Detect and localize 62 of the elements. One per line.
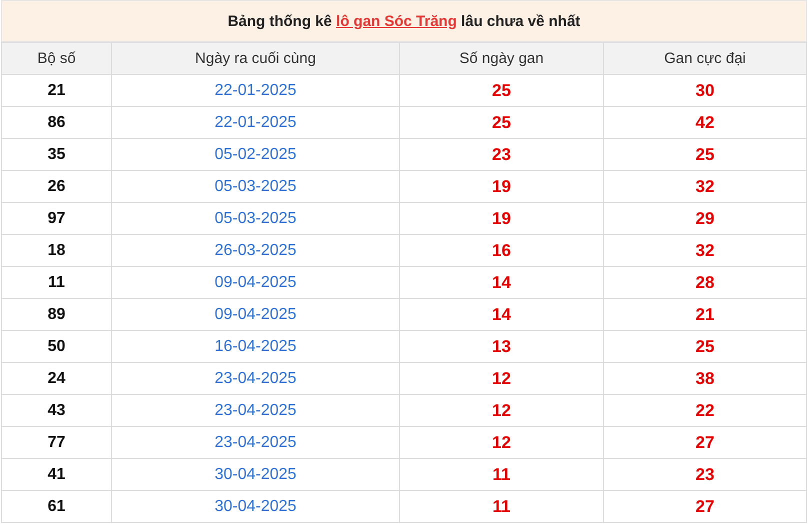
title-link[interactable]: lô gan Sóc Trăng bbox=[336, 12, 457, 30]
table-cell: 18 bbox=[2, 234, 112, 266]
table-cell: 38 bbox=[604, 362, 806, 394]
table-cell: 30 bbox=[604, 74, 806, 106]
table-cell: 11 bbox=[400, 458, 604, 490]
table-cell: 12 bbox=[400, 394, 604, 426]
table-cell: 11 bbox=[2, 266, 112, 298]
table-cell: 21 bbox=[2, 74, 112, 106]
table-cell: 05-03-2025 bbox=[112, 170, 400, 202]
table-cell: 09-04-2025 bbox=[112, 266, 400, 298]
table-title: Bảng thống kê lô gan Sóc Trăng lâu chưa về nhất bbox=[1, 0, 807, 42]
column-header: Bộ số bbox=[2, 42, 112, 74]
column-header: Ngày ra cuối cùng bbox=[112, 42, 400, 74]
table-cell: 05-03-2025 bbox=[112, 202, 400, 234]
table-cell: 42 bbox=[604, 106, 806, 138]
table-cell: 43 bbox=[2, 394, 112, 426]
table-cell: 16-04-2025 bbox=[112, 330, 400, 362]
table-cell: 26-03-2025 bbox=[112, 234, 400, 266]
table-cell: 22 bbox=[604, 394, 806, 426]
table-cell: 21 bbox=[604, 298, 806, 330]
table-cell: 41 bbox=[2, 458, 112, 490]
table-cell: 25 bbox=[400, 74, 604, 106]
table-cell: 28 bbox=[604, 266, 806, 298]
table-cell: 77 bbox=[2, 426, 112, 458]
column-header: Gan cực đại bbox=[604, 42, 806, 74]
table-cell: 89 bbox=[2, 298, 112, 330]
table-cell: 09-04-2025 bbox=[112, 298, 400, 330]
table-cell: 23 bbox=[604, 458, 806, 490]
table-cell: 35 bbox=[2, 138, 112, 170]
table-cell: 05-02-2025 bbox=[112, 138, 400, 170]
table-cell: 29 bbox=[604, 202, 806, 234]
table-cell: 19 bbox=[400, 202, 604, 234]
table-cell: 32 bbox=[604, 170, 806, 202]
table-cell: 61 bbox=[2, 490, 112, 522]
table-cell: 27 bbox=[604, 426, 806, 458]
table-cell: 14 bbox=[400, 266, 604, 298]
table-cell: 11 bbox=[400, 490, 604, 522]
table-cell: 25 bbox=[604, 330, 806, 362]
table-cell: 27 bbox=[604, 490, 806, 522]
table-cell: 14 bbox=[400, 298, 604, 330]
table-cell: 32 bbox=[604, 234, 806, 266]
table-cell: 24 bbox=[2, 362, 112, 394]
table-cell: 97 bbox=[2, 202, 112, 234]
table-cell: 23-04-2025 bbox=[112, 426, 400, 458]
table-cell: 30-04-2025 bbox=[112, 490, 400, 522]
table-cell: 12 bbox=[400, 362, 604, 394]
column-header: Số ngày gan bbox=[400, 42, 604, 74]
table-cell: 50 bbox=[2, 330, 112, 362]
table-cell: 16 bbox=[400, 234, 604, 266]
table-cell: 23-04-2025 bbox=[112, 394, 400, 426]
table-cell: 26 bbox=[2, 170, 112, 202]
table-cell: 23-04-2025 bbox=[112, 362, 400, 394]
table-cell: 30-04-2025 bbox=[112, 458, 400, 490]
table-cell: 22-01-2025 bbox=[112, 74, 400, 106]
table-cell: 25 bbox=[604, 138, 806, 170]
table-cell: 13 bbox=[400, 330, 604, 362]
table-cell: 22-01-2025 bbox=[112, 106, 400, 138]
table-cell: 12 bbox=[400, 426, 604, 458]
table-cell: 25 bbox=[400, 106, 604, 138]
table-cell: 19 bbox=[400, 170, 604, 202]
table-cell: 86 bbox=[2, 106, 112, 138]
table-cell: 23 bbox=[400, 138, 604, 170]
